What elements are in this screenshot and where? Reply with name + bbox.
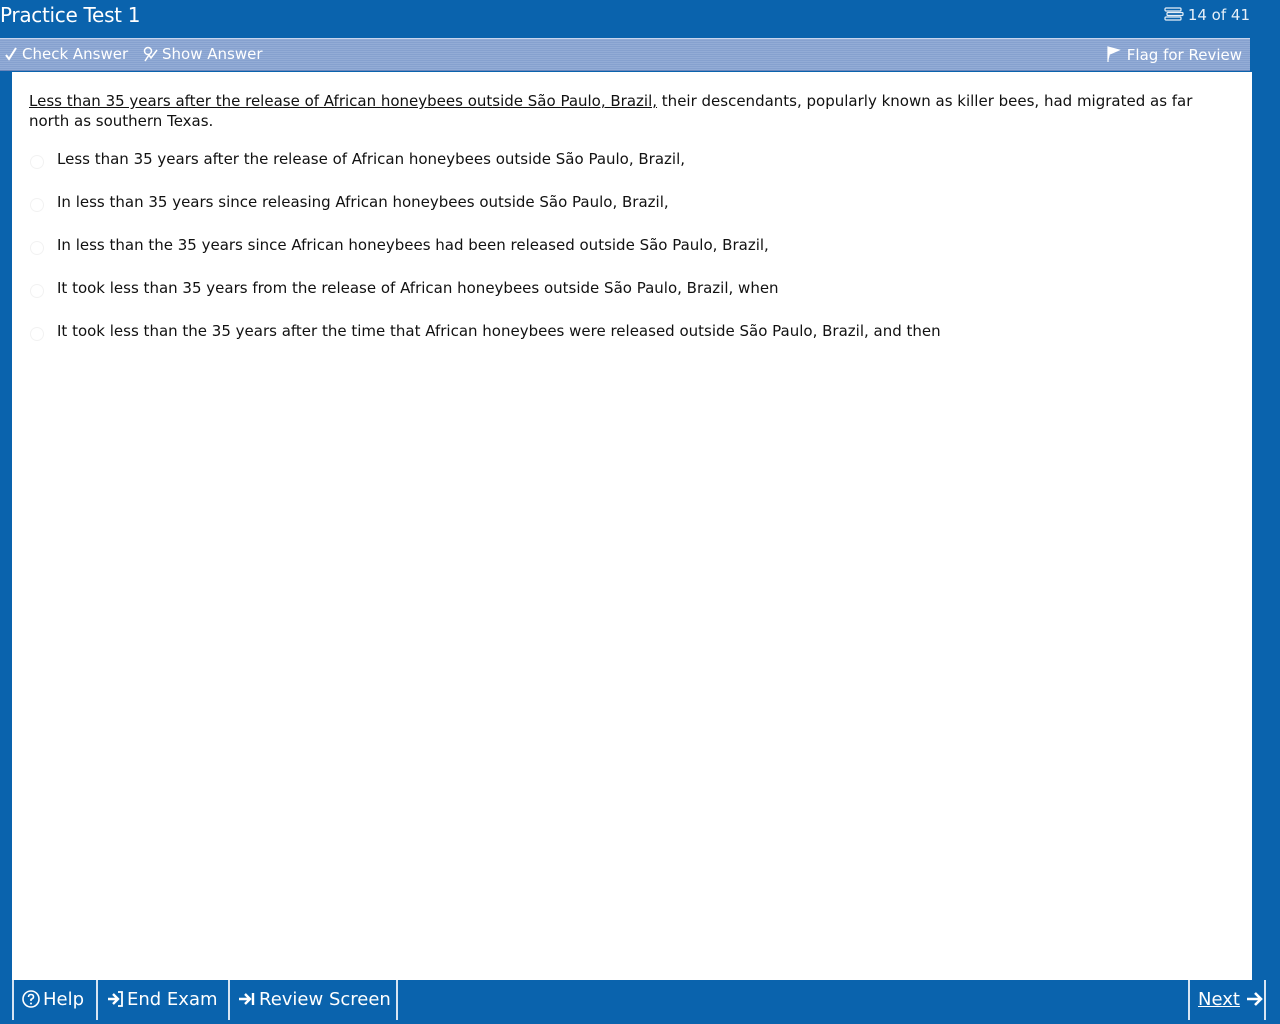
help-button[interactable]: Help [12,980,98,1020]
flag-icon [1105,45,1123,67]
radio-button[interactable] [30,198,44,212]
question-progress: 14 of 41 [1164,6,1250,25]
show-answer-label: Show Answer [162,45,263,63]
answer-choice-text: In less than 35 years since releasing Af… [57,193,669,211]
question-panel: Less than 35 years after the release of … [12,72,1252,980]
answer-choice-c[interactable]: In less than the 35 years since African … [30,236,1130,262]
check-answer-label: Check Answer [22,45,129,63]
check-pen-icon [4,46,18,66]
check-answer-button[interactable]: Check Answer [4,45,128,66]
next-label: Next [1198,989,1240,1010]
answer-choice-a[interactable]: Less than 35 years after the release of … [30,150,1130,176]
answer-choice-text: It took less than 35 years from the rele… [57,279,779,297]
answer-choice-e[interactable]: It took less than the 35 years after the… [30,322,1130,348]
end-exam-button[interactable]: End Exam [96,980,230,1020]
questions-stack-icon [1164,6,1184,25]
answer-choice-text: In less than the 35 years since African … [57,236,769,254]
next-button[interactable]: Next [1188,980,1266,1020]
answer-choice-text: Less than 35 years after the release of … [57,150,686,168]
answer-choice-b[interactable]: In less than 35 years since releasing Af… [30,193,1130,219]
radio-button[interactable] [30,155,44,169]
bottom-bar: Help End Exam Review Screen Next [0,980,1280,1024]
question-stem: Less than 35 years after the release of … [29,91,1209,131]
radio-button[interactable] [30,241,44,255]
radio-button[interactable] [30,284,44,298]
question-underlined-part: Less than 35 years after the release of … [29,92,658,110]
help-label: Help [43,989,85,1010]
show-answer-icon [142,46,158,66]
review-screen-button[interactable]: Review Screen [228,980,398,1020]
arrow-to-bar-icon [238,983,256,1023]
end-exam-label: End Exam [127,989,218,1010]
exit-arrow-icon [106,983,124,1023]
right-arrow-icon [1246,983,1264,1023]
show-answer-button[interactable]: Show Answer [142,45,263,66]
answer-choice-text: It took less than the 35 years after the… [57,322,941,340]
answer-choice-d[interactable]: It took less than 35 years from the rele… [30,279,1130,305]
question-circle-icon [22,983,40,1023]
flag-for-review-button[interactable]: Flag for Review [1105,45,1242,67]
progress-text: 14 of 41 [1187,6,1250,24]
review-screen-label: Review Screen [259,989,391,1010]
radio-button[interactable] [30,327,44,341]
app-title: Practice Test 1 [0,3,141,27]
flag-for-review-label: Flag for Review [1126,46,1242,64]
title-bar: Practice Test 1 14 of 41 [0,0,1280,36]
toolbar: Check Answer Show Answer Flag for Review [0,38,1250,71]
